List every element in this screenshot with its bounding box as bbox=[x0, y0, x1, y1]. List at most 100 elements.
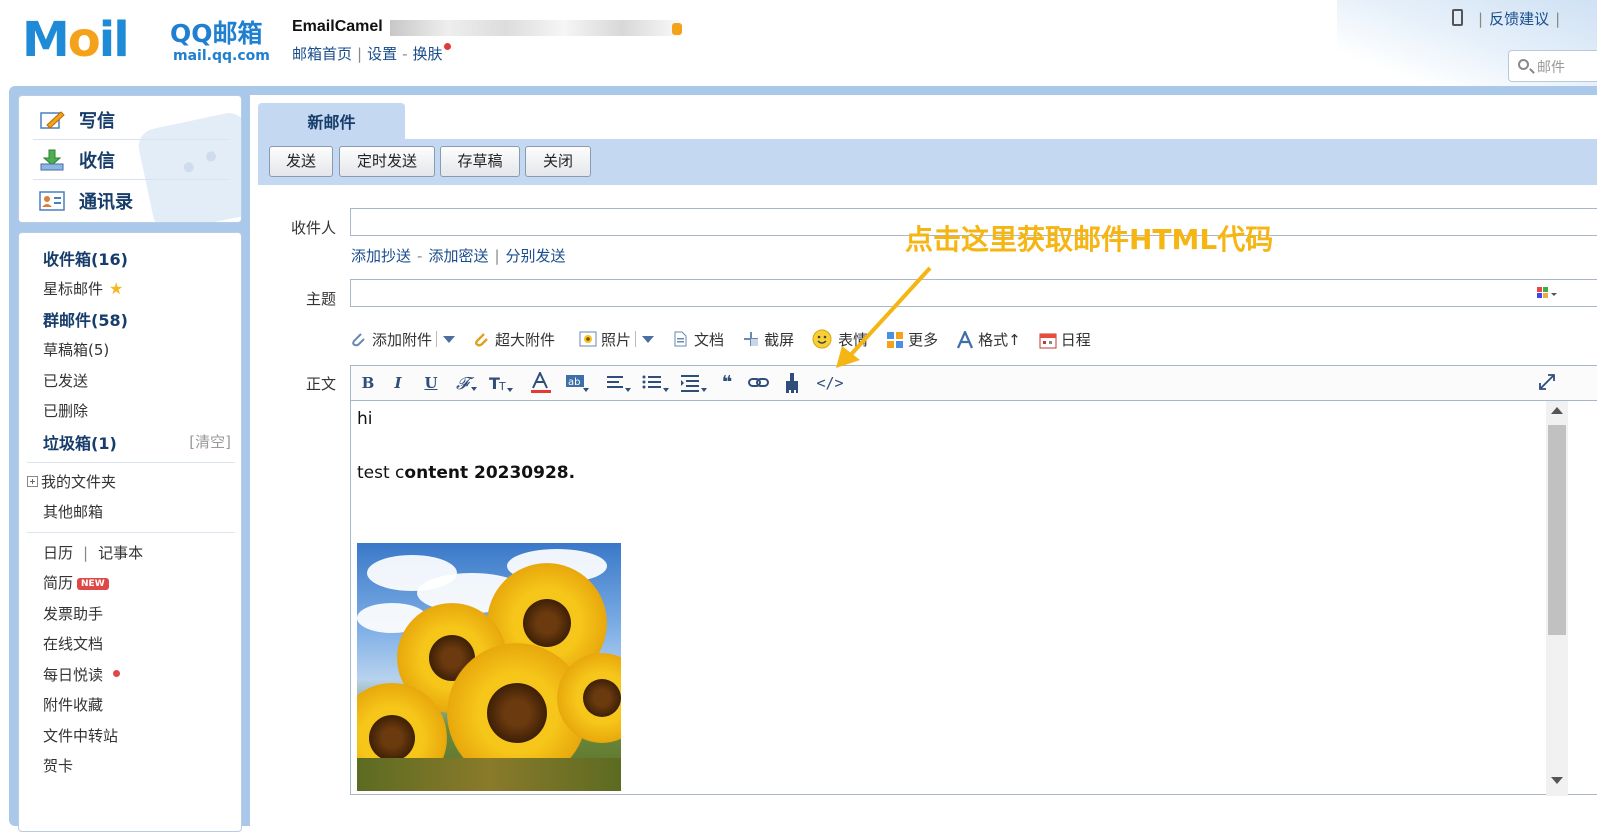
scroll-down-arrow-icon[interactable] bbox=[1551, 777, 1563, 784]
nav-mail-home[interactable]: 邮箱首页 bbox=[292, 45, 352, 63]
format-painter-button[interactable] bbox=[783, 372, 803, 394]
add-attachment-button[interactable]: 添加附件 bbox=[350, 329, 456, 350]
sidebar-actions: 写信 收信 通讯录 bbox=[18, 95, 242, 223]
recipient-label: 收件人 bbox=[290, 219, 336, 237]
scheduled-send-button[interactable]: 定时发送 bbox=[339, 146, 435, 177]
nav-skin[interactable]: 换肤 bbox=[413, 45, 443, 63]
svg-text:𝓕: 𝓕 bbox=[456, 374, 475, 394]
background-color-button[interactable]: ab bbox=[565, 372, 591, 394]
folder-sent[interactable]: 已发送 bbox=[43, 370, 88, 391]
tool-resume[interactable]: 简历 NEW bbox=[43, 572, 109, 593]
contacts-button[interactable]: 通讯录 bbox=[39, 185, 133, 217]
separate-send-link[interactable]: 分别发送 bbox=[506, 247, 566, 265]
editor-scrollbar[interactable] bbox=[1546, 401, 1568, 796]
subject-color-grid-icon[interactable] bbox=[1537, 287, 1559, 305]
align-icon bbox=[607, 376, 631, 392]
list-icon bbox=[642, 375, 669, 392]
phone-icon[interactable] bbox=[1452, 9, 1463, 26]
folder-drafts[interactable]: 草稿箱(5) bbox=[43, 339, 109, 360]
list-button[interactable] bbox=[641, 372, 671, 394]
font-family-icon: 𝓕 bbox=[456, 374, 477, 394]
attachment-toolbar: 添加附件 超大附件 照片 文档 截屏 表情 更多 格式↑ 日程 bbox=[350, 327, 1109, 351]
mail-body-editor: B I U 𝓕 TT ab ❝ </> hi test content 2023… bbox=[350, 365, 1597, 796]
tool-attachments[interactable]: 附件收藏 bbox=[43, 694, 103, 715]
text-color-button[interactable] bbox=[529, 370, 555, 394]
sidebar-divider bbox=[27, 532, 235, 533]
subject-input[interactable] bbox=[350, 279, 1597, 307]
top-header: Moil QQ邮箱 mail.qq.com EmailCamel 邮箱首页 | 设置… bbox=[0, 0, 1597, 92]
tool-notes[interactable]: 记事本 bbox=[98, 544, 143, 562]
svg-text:T: T bbox=[498, 380, 506, 393]
new-badge: NEW bbox=[77, 578, 109, 590]
editor-content[interactable]: hi test content 20230928. bbox=[351, 401, 1546, 796]
tool-cards[interactable]: 贺卡 bbox=[43, 755, 73, 776]
fullscreen-button[interactable] bbox=[1537, 372, 1557, 394]
logo-moil: Moil bbox=[22, 12, 130, 68]
folder-group[interactable]: 群邮件(58) bbox=[43, 307, 128, 331]
align-button[interactable] bbox=[605, 372, 633, 394]
indent-button[interactable] bbox=[679, 372, 709, 394]
editor-toolbar: B I U 𝓕 TT ab ❝ </> bbox=[351, 366, 1597, 401]
save-draft-button[interactable]: 存草稿 bbox=[440, 146, 520, 177]
font-family-button[interactable]: 𝓕 bbox=[455, 372, 479, 394]
photo-dropdown-icon[interactable] bbox=[642, 335, 655, 343]
sidebar-divider bbox=[27, 462, 235, 463]
schedule-button[interactable]: 日程 bbox=[1039, 329, 1091, 350]
contacts-icon bbox=[39, 190, 65, 212]
tool-daily-read[interactable]: 每日悦读 bbox=[43, 664, 121, 685]
folder-deleted[interactable]: 已删除 bbox=[43, 400, 88, 421]
tab-strip: 新邮件 bbox=[250, 95, 1597, 141]
add-cc-link[interactable]: 添加抄送 bbox=[351, 247, 411, 265]
format-a-icon bbox=[956, 329, 974, 349]
write-mail-button[interactable]: 写信 bbox=[39, 104, 115, 136]
tool-transfer[interactable]: 文件中转站 bbox=[43, 725, 118, 746]
folder-starred[interactable]: 星标邮件 ★ bbox=[43, 278, 123, 299]
tool-calendar[interactable]: 日历 bbox=[43, 544, 73, 562]
scroll-up-arrow-icon[interactable] bbox=[1551, 407, 1563, 414]
document-button[interactable]: 文档 bbox=[672, 329, 724, 350]
underline-button[interactable]: U bbox=[422, 372, 440, 394]
skin-new-dot-icon bbox=[443, 43, 451, 50]
body-line-hi: hi bbox=[357, 409, 373, 429]
compose-toolbar: 发送 定时发送 存草稿 关闭 bbox=[258, 139, 1597, 185]
add-bcc-link[interactable]: 添加密送 bbox=[428, 247, 488, 265]
tool-invoice[interactable]: 发票助手 bbox=[43, 603, 103, 624]
attachment-dropdown-icon[interactable] bbox=[443, 335, 456, 343]
inbox-download-icon bbox=[39, 149, 65, 171]
font-size-button[interactable]: TT bbox=[489, 372, 515, 394]
feedback-link[interactable]: 反馈建议 bbox=[1489, 10, 1549, 28]
folder-my-folders[interactable]: 我的文件夹 bbox=[27, 471, 116, 492]
folder-inbox[interactable]: 收件箱(16) bbox=[43, 246, 128, 270]
font-size-icon: TT bbox=[489, 374, 513, 393]
close-button[interactable]: 关闭 bbox=[525, 146, 591, 177]
folder-spam[interactable]: 垃圾箱(1) bbox=[43, 430, 117, 454]
bold-button[interactable]: B bbox=[359, 372, 377, 394]
large-attachment-button[interactable]: 超大附件 bbox=[473, 329, 555, 350]
tab-new-mail[interactable]: 新邮件 bbox=[258, 103, 405, 141]
mail-search-input[interactable]: 邮件 bbox=[1508, 50, 1597, 82]
nav-settings[interactable]: 设置 bbox=[367, 45, 397, 63]
html-source-button[interactable]: </> bbox=[813, 372, 847, 394]
body-line-content: test content 20230928. bbox=[357, 463, 576, 483]
photo-button[interactable]: 照片 bbox=[579, 329, 655, 350]
receive-mail-button[interactable]: 收信 bbox=[39, 144, 115, 176]
format-button[interactable]: 格式↑ bbox=[956, 329, 1021, 350]
sidebar-folders: 收件箱(16) 星标邮件 ★ 群邮件(58) 草稿箱(5) 已发送 已删除 垃圾箱… bbox=[18, 232, 242, 832]
highlight-icon: ab bbox=[566, 375, 589, 392]
clear-spam-link[interactable]: [清空] bbox=[189, 431, 231, 452]
quote-button[interactable]: ❝ bbox=[717, 372, 737, 394]
search-icon bbox=[1518, 59, 1529, 70]
scroll-thumb[interactable] bbox=[1548, 425, 1566, 635]
photo-icon bbox=[579, 331, 597, 347]
sunflower-image[interactable] bbox=[357, 543, 621, 791]
brush-icon bbox=[786, 373, 798, 393]
qq-mail-logo[interactable]: Moil QQ邮箱 mail.qq.com bbox=[22, 14, 272, 70]
expand-plus-icon[interactable] bbox=[27, 476, 38, 487]
large-paperclip-icon bbox=[473, 331, 489, 347]
screenshot-button[interactable]: 截屏 bbox=[742, 329, 794, 350]
tool-online-docs[interactable]: 在线文档 bbox=[43, 633, 103, 654]
link-button[interactable] bbox=[747, 372, 771, 394]
italic-button[interactable]: I bbox=[389, 372, 407, 394]
folder-other-mailbox[interactable]: 其他邮箱 bbox=[43, 501, 103, 522]
send-button[interactable]: 发送 bbox=[269, 146, 333, 177]
